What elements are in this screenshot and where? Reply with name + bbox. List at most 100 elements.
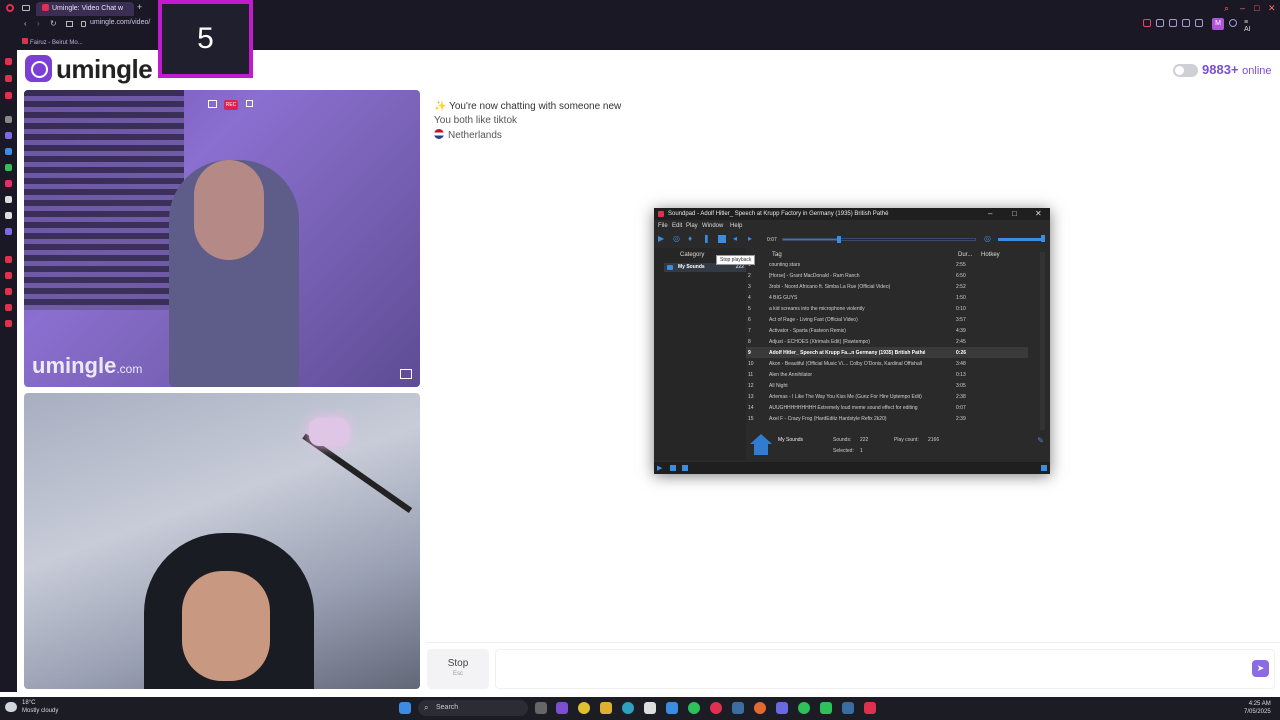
microphone-icon[interactable]: ♦ [688, 235, 696, 243]
chat-message-input[interactable] [495, 649, 1275, 689]
sound-list-row[interactable]: 14 AUUGHHHHHHHHH Extremely loud meme soun… [746, 402, 1028, 413]
sidebar-app-icon[interactable] [5, 320, 12, 327]
maximize-icon[interactable]: □ [1254, 3, 1259, 13]
sidebar-app-icon[interactable] [5, 228, 12, 235]
sound-list-row[interactable]: 8 Adjust - ECHOES (Xtrimals Edit) (Rawtem… [746, 336, 1028, 347]
soundpad-minimize-icon[interactable]: – [988, 209, 992, 218]
sound-list-row[interactable]: 1 counting stars 2:55 [746, 259, 1028, 270]
sidebar-app-icon[interactable] [5, 132, 12, 139]
forward-icon[interactable]: › [37, 19, 40, 28]
headphones-icon[interactable]: ◎ [673, 235, 681, 243]
opera-gx-icon[interactable] [710, 702, 722, 714]
sidebar-app-icon[interactable] [5, 164, 12, 171]
menu-edit[interactable]: Edit [672, 223, 682, 229]
sidebar-app-icon[interactable] [5, 75, 12, 82]
address-bar[interactable]: umingle.com/video/ [90, 19, 150, 26]
menu-file[interactable]: File [658, 223, 668, 229]
app-icon[interactable] [820, 702, 832, 714]
column-tag[interactable]: Tag [772, 252, 782, 258]
app-icon[interactable] [644, 702, 656, 714]
minimize-icon[interactable]: – [1240, 3, 1245, 13]
reload-icon[interactable]: ↻ [50, 19, 57, 28]
sidebar-app-icon[interactable] [5, 272, 12, 279]
file-explorer-icon[interactable] [600, 702, 612, 714]
sound-list-row[interactable]: 15 Axel F - Crazy Frog (HardEditz Hardsty… [746, 413, 1028, 424]
bookmark-item[interactable]: Fairuz - Beirut Mo... [22, 38, 83, 46]
discord-icon[interactable] [776, 702, 788, 714]
close-window-icon[interactable]: ✕ [1268, 3, 1276, 14]
extension-icon[interactable] [1156, 19, 1164, 27]
taskbar-clock[interactable]: 4:25 AM 7/05/2025 [1244, 700, 1271, 716]
report-flag-icon[interactable] [400, 369, 412, 379]
sound-list-row[interactable]: 13 Artemas - I Like The Way You Kiss Me (… [746, 391, 1028, 402]
soundpad-maximize-icon[interactable]: □ [1012, 209, 1017, 218]
browser-menu-icon[interactable] [6, 4, 14, 12]
send-button[interactable]: ➤ [1252, 660, 1269, 677]
sidebar-app-icon[interactable] [5, 116, 12, 123]
sound-list-row[interactable]: 9 Adolf Hitler_ Speech at Krupp Fa...n Ge… [746, 347, 1028, 358]
chrome-icon[interactable] [578, 702, 590, 714]
theme-toggle[interactable] [1173, 64, 1198, 77]
extension-icon[interactable] [1143, 19, 1151, 27]
sidebar-app-icon[interactable] [5, 148, 12, 155]
sidebar-app-icon[interactable] [5, 180, 12, 187]
extension-icon[interactable] [1182, 19, 1190, 27]
new-tab-button[interactable]: + [137, 2, 142, 12]
play-icon[interactable]: ▶ [658, 235, 666, 243]
previous-icon[interactable]: ◂ [733, 235, 741, 243]
back-icon[interactable]: ‹ [24, 19, 27, 28]
home-icon[interactable] [750, 434, 772, 456]
edit-pencil-icon[interactable]: ✎ [1037, 436, 1044, 445]
column-duration[interactable]: Dur... [958, 252, 972, 258]
sidebar-app-icon[interactable] [5, 304, 12, 311]
soundpad-taskbar-icon[interactable] [864, 702, 876, 714]
settings-icon[interactable] [1229, 19, 1237, 27]
steam-icon[interactable] [842, 702, 854, 714]
sound-list-row[interactable]: 6 Act of Rage - Living Fast (Official Vid… [746, 314, 1028, 325]
sidebar-app-icon[interactable] [5, 58, 12, 65]
column-hotkey[interactable]: Hotkey [981, 252, 1000, 258]
status-play-icon[interactable]: ▶ [657, 464, 662, 472]
sidebar-app-icon[interactable] [5, 196, 12, 203]
search-tabs-icon[interactable]: ⌕ [1224, 3, 1229, 14]
task-view-icon[interactable] [535, 702, 547, 714]
sound-list-row[interactable]: 5 a kid screams into the microphone viole… [746, 303, 1028, 314]
ai-button[interactable]: ≡ AI [1244, 19, 1251, 33]
pause-icon[interactable]: ❚ [703, 235, 711, 243]
playback-progress[interactable] [782, 236, 976, 243]
status-list-icon[interactable] [670, 465, 676, 471]
edge-icon[interactable] [622, 702, 634, 714]
spotify-icon[interactable] [798, 702, 810, 714]
site-logo-text[interactable]: umingle [56, 54, 153, 85]
sidebar-app-icon[interactable] [5, 92, 12, 99]
tabs-overview-icon[interactable] [66, 21, 73, 27]
next-icon[interactable]: ▸ [748, 235, 756, 243]
app-icon[interactable] [556, 702, 568, 714]
column-category[interactable]: Category [680, 252, 704, 258]
sidebar-toggle-icon[interactable] [22, 5, 30, 11]
windows-start-icon[interactable] [399, 702, 411, 714]
status-tray-icon[interactable] [1041, 465, 1047, 471]
soundpad-close-icon[interactable]: ✕ [1035, 209, 1042, 218]
stop-button[interactable]: Stop Esc [427, 649, 489, 689]
screenshot-icon[interactable] [208, 100, 217, 108]
sound-list-row[interactable]: 7 Activator - Sparta (Fasteon Remix) 4:39 [746, 325, 1028, 336]
fullscreen-icon[interactable] [246, 100, 253, 107]
app-icon[interactable] [754, 702, 766, 714]
sound-list-row[interactable]: 10 Akon - Beautiful (Official Music Vi...… [746, 358, 1028, 369]
menu-play[interactable]: Play [686, 223, 698, 229]
extension-icon[interactable] [1195, 19, 1203, 27]
menu-window[interactable]: Window [702, 223, 723, 229]
sound-list-row[interactable]: 11 Alen the Annihilator 0:13 [746, 369, 1028, 380]
sound-list-row[interactable]: 2 [Horse] - Grant MacDonald - Ram Ranch 6:… [746, 270, 1028, 281]
profile-avatar[interactable]: M [1212, 18, 1224, 30]
stop-playback-icon[interactable] [718, 235, 726, 243]
weather-widget[interactable]: 18°C Mostly cloudy [22, 699, 58, 715]
sidebar-app-icon[interactable] [5, 212, 12, 219]
app-icon[interactable] [666, 702, 678, 714]
sound-list-row[interactable]: 3 3robi - Noord Africano ft. Simba La Rue… [746, 281, 1028, 292]
volume-slider[interactable] [998, 235, 1045, 242]
extension-icon[interactable] [1169, 19, 1177, 27]
sound-list-row[interactable]: 4 4 BIG GUYS 1:50 [746, 292, 1028, 303]
taskbar-search[interactable]: ⌕ Search [418, 700, 528, 716]
